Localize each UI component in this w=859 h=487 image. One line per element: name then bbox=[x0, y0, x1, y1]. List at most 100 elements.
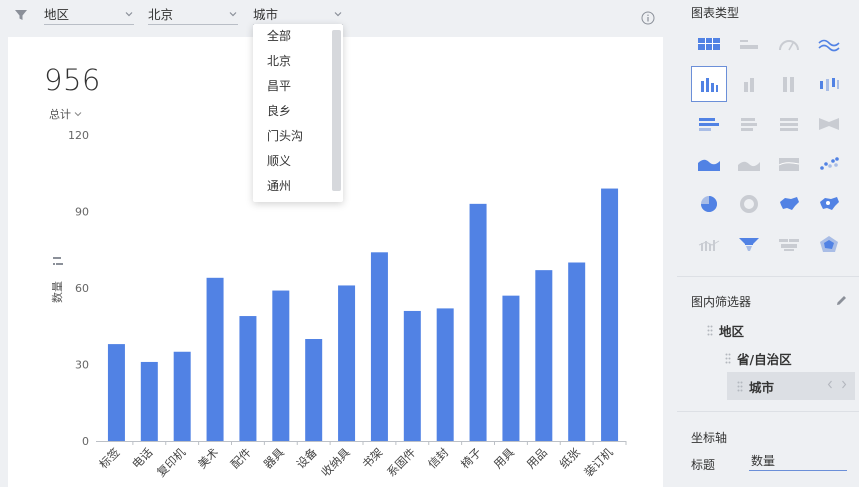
axis-title-label: 标题 bbox=[691, 458, 716, 472]
area-chart-icon bbox=[698, 159, 720, 171]
drag-handle-icon[interactable] bbox=[725, 353, 731, 364]
chart-type-title: 图表类型 bbox=[691, 6, 740, 20]
region-filter-select[interactable]: 地区 bbox=[44, 3, 134, 25]
pie-icon bbox=[701, 196, 717, 212]
table-icon bbox=[698, 38, 720, 50]
chart-type-option[interactable] bbox=[731, 186, 767, 222]
percent-area-icon bbox=[778, 158, 800, 171]
y-tick-label: 90 bbox=[75, 206, 89, 219]
donut-icon bbox=[740, 195, 758, 213]
chart-type-option[interactable] bbox=[691, 146, 727, 182]
chart-type-option[interactable] bbox=[731, 146, 767, 182]
kpi-card-icon bbox=[740, 40, 758, 49]
range-bar-icon bbox=[820, 78, 839, 91]
tree-item-province[interactable]: 省/自治区 bbox=[725, 349, 792, 368]
bar bbox=[568, 262, 586, 441]
bar bbox=[272, 290, 290, 441]
y-tick-label: 120 bbox=[68, 129, 89, 142]
chevron-down-icon bbox=[334, 11, 342, 16]
tree-item-city[interactable]: 城市 bbox=[727, 372, 855, 400]
chart-type-option[interactable] bbox=[771, 66, 807, 102]
chart-type-option[interactable] bbox=[771, 146, 807, 182]
chart-type-option[interactable] bbox=[811, 106, 847, 142]
dropdown-scrollbar[interactable] bbox=[332, 30, 341, 191]
funnel-icon bbox=[739, 238, 759, 251]
filter-icon[interactable] bbox=[14, 8, 28, 22]
x-tick-label: 系固件 bbox=[384, 445, 418, 479]
bar bbox=[601, 188, 619, 441]
chart-type-option[interactable] bbox=[811, 146, 847, 182]
stacked-bar-icon bbox=[744, 78, 754, 92]
chart-type-option[interactable] bbox=[771, 186, 807, 222]
bar bbox=[173, 351, 191, 441]
y-axis-label: 数量 bbox=[51, 281, 64, 303]
percent-bar-icon bbox=[783, 77, 794, 92]
chart-type-option[interactable] bbox=[771, 26, 807, 62]
chart-type-option[interactable] bbox=[691, 186, 727, 222]
word-cloud-icon bbox=[779, 239, 799, 251]
chart-type-option[interactable] bbox=[811, 226, 847, 262]
city-option[interactable]: 通州 bbox=[253, 174, 343, 199]
chart-type-option[interactable] bbox=[731, 226, 767, 262]
tree-item-label: 城市 bbox=[749, 379, 775, 395]
chart-type-option[interactable] bbox=[771, 226, 807, 262]
chart-type-option[interactable] bbox=[691, 66, 727, 102]
x-tick-label: 配件 bbox=[228, 445, 254, 471]
x-tick-label: 装订机 bbox=[581, 445, 616, 480]
radar-icon bbox=[820, 236, 838, 252]
chevron-right-icon[interactable] bbox=[841, 380, 847, 389]
city-filter-select[interactable]: 城市 bbox=[253, 3, 343, 25]
city-filter-value: 城市 bbox=[253, 7, 279, 22]
bar bbox=[436, 308, 454, 441]
stacked-hbar-icon bbox=[741, 118, 757, 131]
y-tick-label: 30 bbox=[75, 359, 89, 372]
filter-section-title: 图内筛选器 bbox=[691, 295, 752, 309]
chart-type-option[interactable] bbox=[731, 106, 767, 142]
pencil-icon[interactable] bbox=[835, 294, 848, 307]
x-tick-label: 椅子 bbox=[458, 445, 484, 471]
hbar-chart-icon bbox=[699, 118, 719, 131]
city-dropdown-menu: 全部 北京 昌平 良乡 门头沟 顺义 通州 bbox=[253, 24, 343, 202]
x-tick-label: 设备 bbox=[294, 445, 321, 472]
drag-handle-icon[interactable] bbox=[737, 381, 743, 392]
gauge-icon bbox=[779, 40, 799, 51]
drag-handle-icon[interactable] bbox=[707, 325, 713, 336]
chart-type-option[interactable] bbox=[691, 26, 727, 62]
x-tick-label: 器具 bbox=[261, 445, 288, 472]
scatter-icon bbox=[820, 157, 839, 170]
tree-item-region[interactable]: 地区 bbox=[707, 321, 744, 340]
city-option[interactable]: 门头沟 bbox=[253, 124, 343, 149]
axis-title-input[interactable]: 数量 bbox=[749, 451, 847, 471]
bar bbox=[206, 277, 224, 441]
config-panel: 图表类型 图内筛选器 地区 省/自治区 城市 坐标轴 标题 数量 bbox=[677, 0, 859, 487]
chart-type-option[interactable] bbox=[811, 186, 847, 222]
city-option[interactable]: 北京 bbox=[253, 49, 343, 74]
x-tick-label: 收纳具 bbox=[318, 445, 353, 480]
bar bbox=[140, 361, 158, 441]
y-tick-label: 0 bbox=[82, 435, 89, 448]
city-option[interactable]: 昌平 bbox=[253, 74, 343, 99]
bar bbox=[403, 310, 421, 441]
province-filter-value: 北京 bbox=[148, 7, 174, 22]
bar bbox=[239, 316, 257, 441]
sort-icon bbox=[53, 257, 63, 265]
chart-type-option[interactable] bbox=[731, 26, 767, 62]
chart-type-option[interactable] bbox=[811, 26, 847, 62]
chart-type-option[interactable] bbox=[691, 106, 727, 142]
chart-type-option[interactable] bbox=[771, 106, 807, 142]
chart-type-option[interactable] bbox=[731, 66, 767, 102]
divider bbox=[677, 276, 859, 277]
info-icon[interactable] bbox=[641, 11, 655, 25]
heat-map-icon bbox=[820, 197, 839, 210]
x-tick-label: 复印机 bbox=[154, 445, 189, 480]
province-filter-select[interactable]: 北京 bbox=[148, 3, 238, 25]
chart-type-option[interactable] bbox=[691, 226, 727, 262]
stacked-area-icon bbox=[738, 161, 760, 171]
city-option[interactable]: 良乡 bbox=[253, 99, 343, 124]
x-tick-label: 美术 bbox=[195, 445, 222, 472]
bar bbox=[107, 344, 125, 441]
chart-type-option[interactable] bbox=[811, 66, 847, 102]
city-option[interactable]: 顺义 bbox=[253, 149, 343, 174]
chevron-left-icon[interactable] bbox=[827, 380, 833, 389]
city-option[interactable]: 全部 bbox=[253, 24, 343, 49]
